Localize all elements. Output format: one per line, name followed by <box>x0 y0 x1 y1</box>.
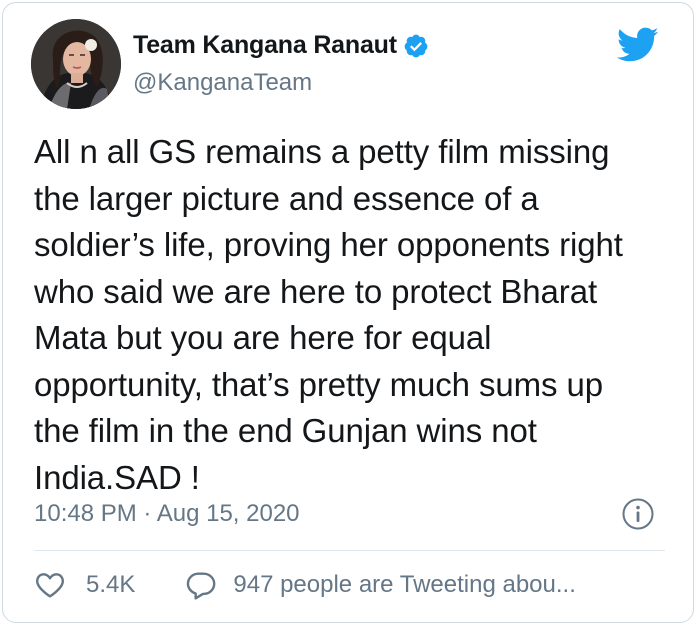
author-name-row: Team Kangana Ranaut <box>133 31 429 60</box>
heart-icon <box>34 569 66 601</box>
tweet-timestamp[interactable]: 10:48 PM · Aug 15, 2020 <box>34 500 300 528</box>
info-icon[interactable] <box>621 497 655 531</box>
tweet-text: All n all GS remains a petty film missin… <box>34 133 623 496</box>
avatar[interactable] <box>31 19 121 109</box>
conversation-button[interactable]: 947 people are Tweeting abou... <box>185 569 576 601</box>
tweet-card: Team Kangana Ranaut @KanganaTeam All n a… <box>2 2 694 623</box>
author-handle[interactable]: @KanganaTeam <box>133 69 312 97</box>
like-count: 5.4K <box>86 571 136 598</box>
profile-photo <box>31 19 121 109</box>
twitter-bird-icon[interactable] <box>616 27 659 63</box>
tweet-actions: 5.4K 947 people are Tweeting abou... <box>34 569 576 601</box>
verified-badge-icon <box>403 33 429 59</box>
author-display-name[interactable]: Team Kangana Ranaut <box>133 31 397 60</box>
speech-bubble-icon <box>185 569 217 601</box>
like-button[interactable]: 5.4K <box>34 569 135 601</box>
conversation-label: 947 people are Tweeting abou... <box>233 571 576 598</box>
divider <box>34 550 665 551</box>
